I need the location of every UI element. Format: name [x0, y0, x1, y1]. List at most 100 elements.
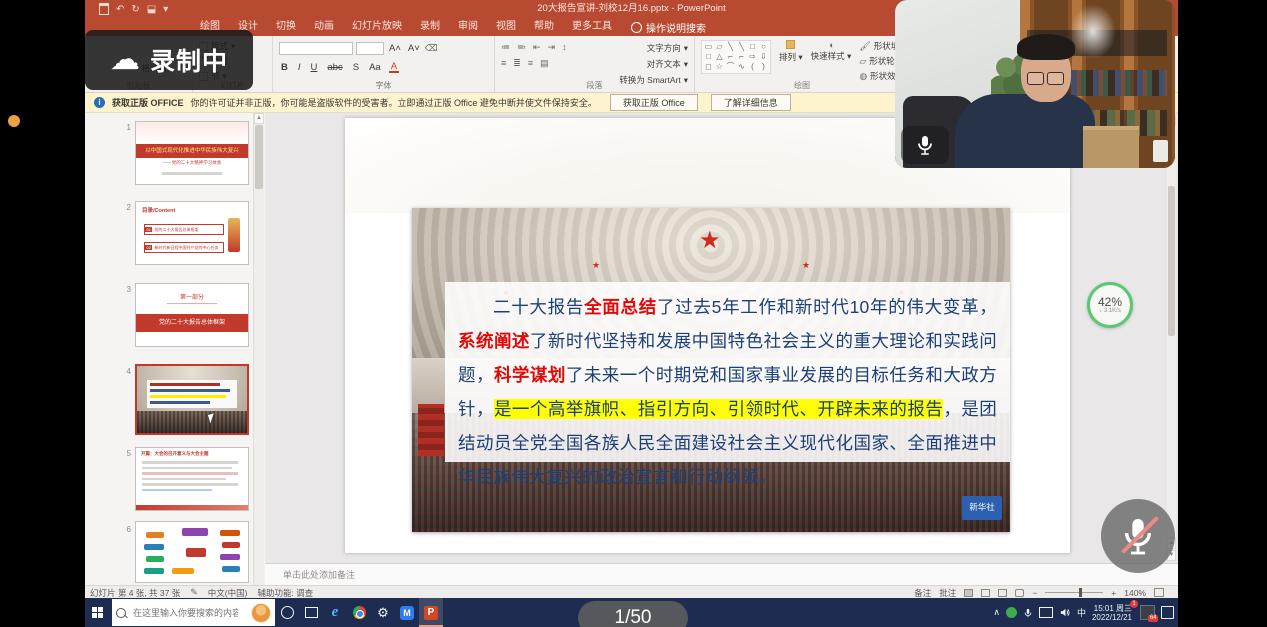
webcam-mic-button[interactable] — [901, 126, 949, 164]
thumbnail-scrollbar[interactable]: ▲ — [253, 113, 264, 585]
avatar[interactable] — [251, 603, 271, 623]
italic-button[interactable]: I — [296, 62, 303, 73]
volume-tray-icon[interactable] — [1059, 607, 1071, 618]
slide-text-box[interactable]: 二十大报告全面总结了过去5年工作和新时代10年的伟大变革，系统阐述了新时代坚持和… — [445, 282, 1010, 462]
shrink-font-icon[interactable]: A˅ — [406, 43, 422, 54]
task-view-icon[interactable] — [299, 598, 323, 627]
tab-view[interactable]: 视图 — [487, 18, 525, 36]
action-center-icon[interactable] — [1161, 606, 1174, 619]
status-bar: 幻灯片 第 4 张, 共 37 张 ✎ 中文(中国) 辅助功能: 调查 备注 批… — [85, 585, 1178, 599]
ime-indicator[interactable]: 中 — [1077, 606, 1086, 619]
tab-review[interactable]: 审阅 — [449, 18, 487, 36]
tab-slideshow[interactable]: 幻灯片放映 — [343, 18, 411, 36]
thumbnail-slide-1[interactable]: 以中国式现代化推进中华民族伟大复兴 ——党的二十大精神学习体会 — [135, 121, 249, 185]
normal-view-icon[interactable] — [964, 589, 973, 597]
tell-me-search[interactable]: 操作说明搜索 — [631, 20, 706, 35]
indent-decrease-icon[interactable]: ⇤ — [533, 42, 541, 54]
microphone-tray-icon[interactable] — [1023, 607, 1033, 619]
scrollbar-thumb[interactable] — [255, 125, 263, 189]
tab-more-tools[interactable]: 更多工具 — [563, 18, 621, 36]
language-indicator[interactable]: 中文(中国) — [208, 587, 248, 599]
shadow-button[interactable]: S — [351, 62, 361, 73]
slide-canvas[interactable]: ★ ★ ★ ★ ★ 新华社 二十大报告全面总结了过去5年工作和新时代10年的伟大… — [345, 118, 1070, 553]
grow-font-icon[interactable]: A˄ — [387, 43, 403, 54]
align-right-icon[interactable]: ≡ — [528, 58, 533, 70]
slide-number: 5 — [121, 449, 131, 458]
network-speed-widget[interactable]: 42% ↓ 3.1K/s — [1087, 282, 1133, 328]
search-input[interactable] — [131, 607, 240, 619]
display-tray-icon[interactable] — [1039, 607, 1053, 618]
arrange-button[interactable]: 排列 ▾ — [779, 40, 803, 63]
settings-icon[interactable]: ⚙ — [371, 598, 395, 627]
justify-icon[interactable]: ▤ — [540, 58, 549, 70]
thumbnail-slide-4-selected[interactable] — [135, 364, 249, 435]
tray-expand-icon[interactable]: ∧ — [993, 607, 1000, 618]
tab-record[interactable]: 录制 — [411, 18, 449, 36]
zoom-in-icon[interactable]: + — [1111, 588, 1116, 598]
slideshow-icon[interactable] — [1015, 589, 1024, 597]
microphone-icon — [916, 134, 934, 156]
line-spacing-icon[interactable]: ↕ — [562, 42, 567, 54]
taskbar-search[interactable] — [112, 599, 275, 626]
slide-number: 1 — [121, 123, 131, 132]
webcam-video-window[interactable] — [895, 0, 1175, 168]
editor-scrollbar[interactable]: ▲ ▲ ▼ — [1167, 115, 1176, 561]
tab-help[interactable]: 帮助 — [525, 18, 563, 36]
cortana-icon[interactable] — [275, 598, 299, 627]
start-button[interactable] — [92, 607, 103, 618]
internet-explorer-icon[interactable]: e — [323, 598, 347, 627]
presenter-body — [955, 94, 1095, 168]
strikethrough-button[interactable]: abc — [325, 62, 344, 73]
comments-toggle[interactable]: 批注 — [939, 587, 956, 599]
meeting-app-icon[interactable]: M — [395, 598, 419, 627]
thumbnail-slide-3[interactable]: 第一部分 党的二十大报告总体框架 — [135, 283, 249, 347]
red-star-icon: ★ — [699, 226, 721, 255]
get-genuine-button[interactable]: 获取正版 Office — [610, 94, 698, 111]
scroll-up-icon[interactable]: ▲ — [254, 113, 264, 124]
align-center-icon[interactable]: ≣ — [513, 58, 521, 70]
mute-microphone-button[interactable] — [1101, 499, 1175, 573]
scrollbar-thumb[interactable] — [1168, 186, 1175, 336]
bullets-icon[interactable]: ≔ — [501, 42, 510, 54]
clear-format-icon[interactable]: ⌫ — [425, 43, 438, 54]
bold-button[interactable]: B — [279, 62, 290, 73]
thumbnail-slide-6[interactable] — [135, 521, 249, 583]
antivirus-tray-icon[interactable] — [1006, 607, 1017, 618]
zoom-slider-thumb[interactable] — [1079, 588, 1082, 597]
underline-button[interactable]: U — [309, 62, 320, 73]
zoom-out-icon[interactable]: − — [1032, 588, 1037, 598]
accessibility-status[interactable]: 辅助功能: 调查 — [257, 587, 313, 599]
fit-to-window-icon[interactable] — [1154, 588, 1164, 597]
thumb1-subtitle: ——党的二十大精神学习体会 — [136, 160, 248, 166]
learn-more-button[interactable]: 了解详细信息 — [711, 94, 791, 111]
font-name-select[interactable] — [279, 42, 353, 55]
text-direction-button[interactable]: 文字方向 ▾ — [647, 42, 688, 54]
thumbnail-slide-2[interactable]: 目录/Content 01 党的二十大报告总体框架 02 新时代新征程中国共产党… — [135, 201, 249, 265]
zoom-level[interactable]: 140% — [1124, 588, 1146, 598]
floating-dot[interactable] — [8, 115, 20, 127]
tab-animations[interactable]: 动画 — [305, 18, 343, 36]
chrome-icon[interactable] — [347, 598, 371, 627]
tab-transitions[interactable]: 切换 — [267, 18, 305, 36]
align-left-icon[interactable]: ≡ — [501, 58, 506, 70]
mug — [1153, 140, 1168, 162]
align-text-button[interactable]: 对齐文本 ▾ — [647, 58, 688, 70]
shapes-gallery[interactable]: ▭▱╲╲□○ □△⌐⌐⇨⇩ ◻☆⌒∿() — [701, 40, 771, 74]
font-size-select[interactable] — [356, 42, 384, 55]
reading-view-icon[interactable] — [998, 589, 1007, 597]
spell-check-icon[interactable]: ✎ — [190, 587, 198, 598]
notes-toggle[interactable]: 备注 — [914, 587, 931, 599]
thumb2-item2: 新时代新征程中国共产党的中心任务 — [154, 245, 218, 251]
quick-styles-button[interactable]: ◖ 快速样式 ▾ — [811, 40, 852, 62]
thumbnail-slide-5[interactable]: 开篇：大会的召开意义与大会主题 — [135, 447, 249, 511]
slide-sorter-icon[interactable] — [981, 589, 990, 597]
powerpoint-taskbar-icon[interactable]: P — [419, 598, 443, 627]
change-case-button[interactable]: Aa — [367, 62, 383, 73]
zoom-slider[interactable] — [1045, 592, 1103, 593]
numbering-icon[interactable]: ≕ — [517, 42, 526, 54]
font-color-button[interactable]: A — [389, 62, 399, 73]
indent-increase-icon[interactable]: ⇥ — [548, 42, 556, 54]
notes-pane[interactable]: 单击此处添加备注 — [265, 563, 1178, 586]
badged-app-tray-icon[interactable]: 64 — [1140, 605, 1155, 620]
clock[interactable]: 15:01 周三 2022/12/21 1 — [1092, 604, 1134, 622]
